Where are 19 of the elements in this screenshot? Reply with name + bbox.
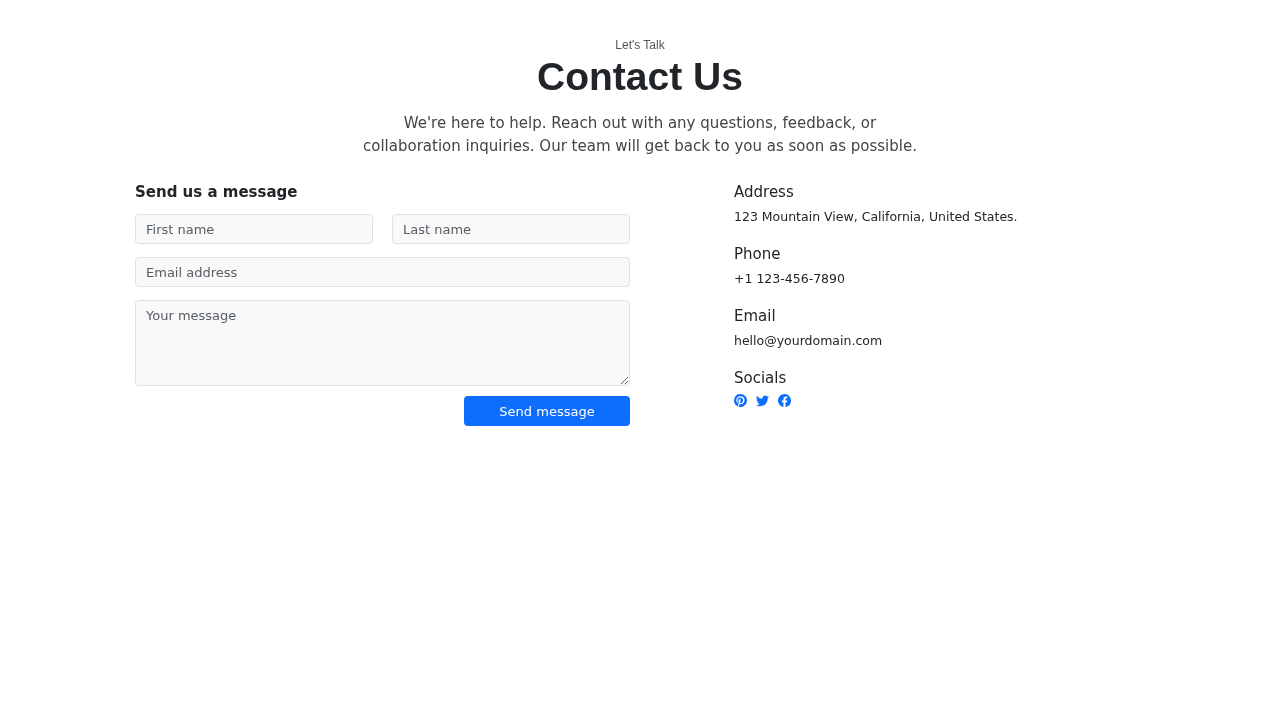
info-heading: Email (734, 306, 777, 326)
intro-paragraph: We're here to help. Reach out with any questions, feedback, or collaboration inquiries. Our team will get back to you as soon as possible. (362, 113, 918, 157)
eyebrow-text: Let's Talk (615, 38, 665, 52)
bird-icon[interactable] (756, 394, 769, 407)
input-field[interactable]: Last name (392, 214, 630, 244)
input-field[interactable]: Email address (135, 257, 630, 287)
send-button[interactable]: Send message (464, 396, 630, 426)
pinterest-icon[interactable] (734, 394, 747, 407)
form-title: Send us a message (135, 182, 299, 202)
info-text: 123 Mountain View, California, United States. (734, 208, 1019, 226)
facebook-icon[interactable] (778, 394, 791, 407)
message-field[interactable]: Your message (135, 300, 630, 386)
info-heading: Address (734, 182, 795, 202)
info-text: +1 123-456-7890 (734, 270, 846, 288)
info-heading: Socials (734, 368, 788, 388)
info-text: hello@yourdomain.com (734, 332, 884, 350)
info-heading: Phone (734, 244, 782, 264)
input-field[interactable]: First name (135, 214, 373, 244)
page-title: Contact Us (537, 54, 743, 100)
